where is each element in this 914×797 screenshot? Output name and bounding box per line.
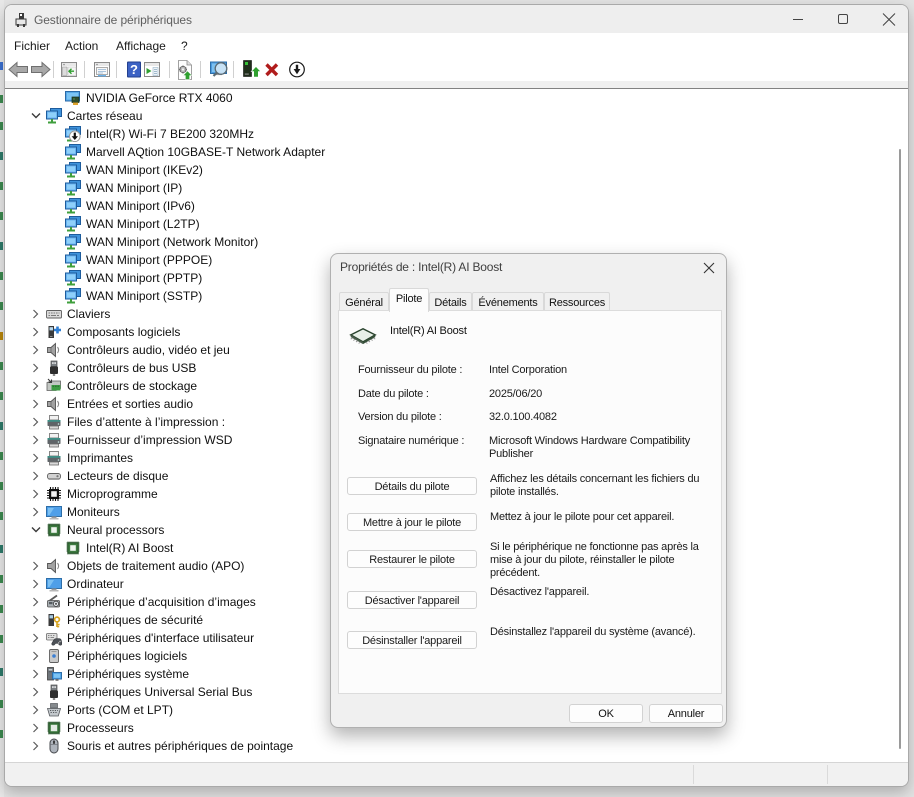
svg-text:?: ? xyxy=(130,62,138,77)
